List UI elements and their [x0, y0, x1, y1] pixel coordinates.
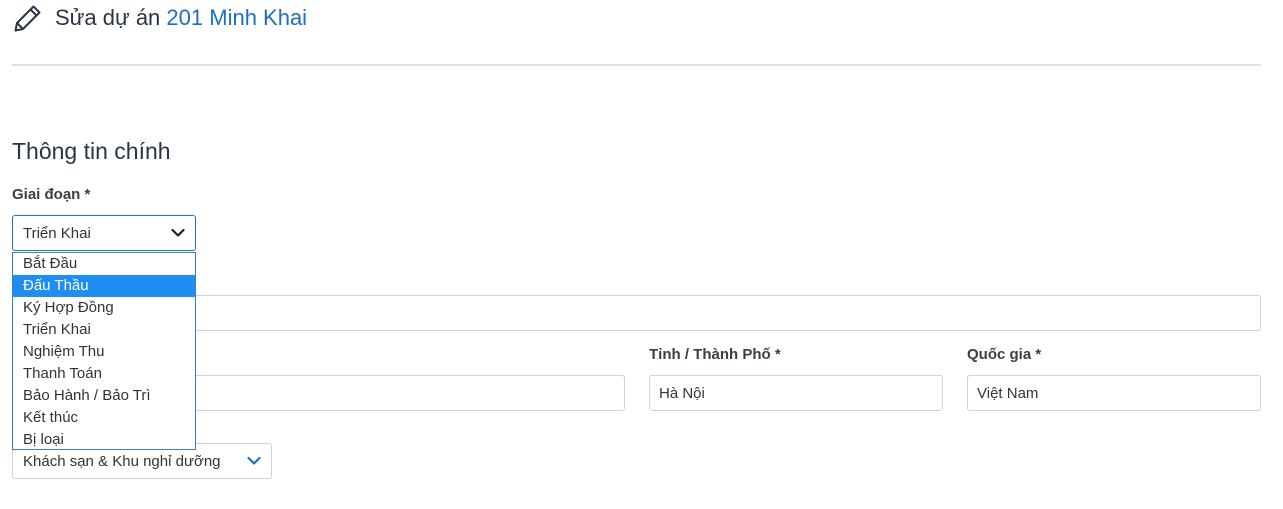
- stage-option[interactable]: Kết thúc: [13, 407, 195, 429]
- chevron-down-icon: [171, 228, 185, 237]
- stage-option-highlighted[interactable]: Đấu Thầu: [13, 275, 195, 297]
- province-value: Hà Nội: [659, 384, 705, 402]
- country-value: Việt Nam: [977, 384, 1039, 402]
- province-input[interactable]: Hà Nội: [649, 375, 943, 411]
- address-input[interactable]: [12, 295, 1261, 331]
- category-selected-value: Khách sạn & Khu nghỉ dưỡng: [23, 452, 221, 470]
- page-title: Sửa dự án 201 Minh Khai: [55, 5, 307, 31]
- section-title: Thông tin chính: [12, 138, 171, 164]
- stage-select[interactable]: Triển Khai: [12, 215, 196, 251]
- stage-option[interactable]: Bảo Hành / Bảo Trì: [13, 385, 195, 407]
- page-header: Sửa dự án 201 Minh Khai: [12, 2, 307, 34]
- stage-option[interactable]: Nghiệm Thu: [13, 341, 195, 363]
- country-label: Quốc gia *: [967, 346, 1042, 363]
- stage-dropdown-list: Bắt Đầu Đấu Thầu Ký Hợp Đồng Triển Khai …: [12, 252, 196, 450]
- pencil-icon: [14, 5, 41, 32]
- stage-option[interactable]: Bắt Đầu: [13, 253, 195, 275]
- stage-option[interactable]: Ký Hợp Đồng: [13, 297, 195, 319]
- stage-option[interactable]: Triển Khai: [13, 319, 195, 341]
- chevron-down-icon: [247, 456, 261, 465]
- stage-label: Giai đoạn *: [12, 186, 91, 203]
- header-divider: [12, 64, 1261, 66]
- stage-option[interactable]: Bị loại: [13, 429, 195, 451]
- stage-option[interactable]: Thanh Toán: [13, 363, 195, 385]
- province-label: Tỉnh / Thành Phố *: [649, 346, 781, 363]
- title-prefix: Sửa dự án: [55, 5, 161, 30]
- stage-selected-value: Triển Khai: [23, 224, 91, 242]
- project-name: 201 Minh Khai: [166, 5, 308, 30]
- country-input[interactable]: Việt Nam: [967, 375, 1261, 411]
